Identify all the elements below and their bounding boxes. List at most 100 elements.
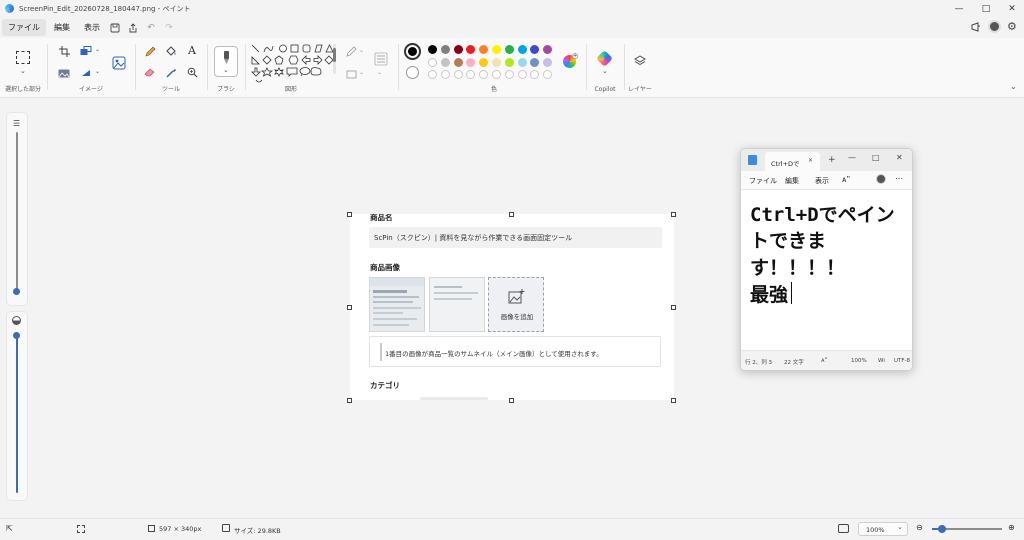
image-generator-icon[interactable]	[111, 55, 127, 71]
color-swatch[interactable]	[530, 58, 540, 67]
notepad-menu-view[interactable]: 表示	[815, 176, 829, 186]
fill-bucket-icon[interactable]	[164, 44, 178, 58]
color-swatch[interactable]	[466, 45, 476, 54]
custom-color-slot[interactable]	[428, 70, 437, 79]
color-swatch[interactable]	[543, 45, 553, 54]
rotate-icon[interactable]	[79, 66, 93, 80]
shapes-gallery-icon[interactable]	[251, 44, 337, 88]
color-swatch[interactable]	[543, 58, 553, 67]
secondary-color-swatch[interactable]	[406, 66, 419, 79]
zoom-dropdown[interactable]: 100% ⌄	[858, 522, 908, 536]
notepad-avatar[interactable]	[876, 174, 886, 184]
notepad-minimize-icon[interactable]: —	[848, 153, 856, 162]
color-swatch[interactable]	[479, 45, 489, 54]
resize-icon[interactable]	[79, 44, 93, 58]
color-swatch[interactable]	[530, 45, 540, 54]
size-slider-knob[interactable]	[13, 288, 20, 295]
new-tab-icon[interactable]: +	[828, 155, 836, 165]
color-swatch[interactable]	[440, 58, 450, 67]
settings-gear-icon[interactable]: ⚙	[1007, 20, 1017, 33]
primary-color-swatch[interactable]	[404, 43, 421, 60]
menu-view[interactable]: 表示	[78, 19, 106, 36]
custom-color-slot[interactable]	[453, 70, 463, 79]
chevron-down-icon[interactable]: ⌄	[377, 69, 382, 76]
resize-handle[interactable]	[671, 305, 676, 310]
color-swatch[interactable]	[504, 58, 514, 67]
notepad-maximize-icon[interactable]: □	[872, 153, 880, 162]
notepad-close-icon[interactable]: ✕	[896, 153, 903, 162]
color-swatch[interactable]	[517, 45, 527, 54]
outline-icon[interactable]	[344, 44, 358, 58]
notepad-editor[interactable]: Ctrl+Dでペイン トできま す！！！！ 最強	[741, 189, 912, 350]
custom-color-slot[interactable]	[504, 70, 514, 79]
close-icon[interactable]: ✕	[999, 0, 1024, 17]
color-swatch[interactable]	[453, 58, 463, 67]
share-icon[interactable]	[124, 19, 142, 36]
resize-handle[interactable]	[509, 212, 514, 217]
color-swatch[interactable]	[492, 58, 501, 67]
chevron-down-icon[interactable]: ⌄	[223, 66, 229, 74]
custom-color-slot[interactable]	[543, 70, 553, 79]
color-swatch[interactable]	[466, 58, 476, 67]
resize-handle[interactable]	[347, 212, 352, 217]
resize-handle[interactable]	[509, 398, 514, 403]
chevron-down-icon[interactable]: ⌄	[20, 67, 26, 75]
color-swatch[interactable]	[517, 58, 527, 67]
eraser-icon[interactable]	[143, 65, 157, 79]
chevron-down-icon[interactable]: ⌄	[359, 47, 364, 54]
edit-colors-icon[interactable]: +	[563, 53, 578, 68]
custom-color-slot[interactable]	[479, 70, 489, 79]
custom-color-slot[interactable]	[492, 70, 501, 79]
resize-handle[interactable]	[671, 212, 676, 217]
chevron-down-icon[interactable]: ⌄	[602, 67, 608, 75]
opacity-slider-track[interactable]	[16, 335, 18, 493]
font-format-icon[interactable]: ᴀ‟	[842, 175, 850, 184]
menu-edit[interactable]: 編集	[48, 19, 76, 36]
spellcheck-icon[interactable]: ᴀ‟	[821, 357, 828, 364]
opacity-slider-knob[interactable]	[13, 332, 20, 339]
magnifier-icon[interactable]	[185, 65, 199, 79]
menu-file[interactable]: ファイル	[2, 19, 46, 36]
chevron-down-icon[interactable]: ⌄	[95, 68, 100, 75]
color-swatch[interactable]	[479, 58, 489, 67]
resize-handle[interactable]	[671, 398, 676, 403]
color-swatch[interactable]	[428, 58, 437, 67]
avatar[interactable]	[988, 20, 1001, 33]
notepad-menu-file[interactable]: ファイル	[749, 176, 777, 186]
minimize-icon[interactable]: —	[946, 0, 972, 17]
notepad-menu-edit[interactable]: 編集	[785, 176, 799, 186]
size-slider-track[interactable]	[16, 132, 18, 292]
ribbon-expand-chevron-icon[interactable]: ⌄	[1010, 82, 1017, 91]
pencil-icon[interactable]	[143, 44, 157, 58]
custom-color-slot[interactable]	[530, 70, 540, 79]
paint-canvas[interactable]: 商品名 ScPin（スクピン）| 資料を見ながら作業できる画面固定ツール 商品画…	[350, 214, 674, 400]
color-swatch[interactable]	[504, 45, 514, 54]
redo-icon[interactable]: ↷	[160, 19, 178, 36]
maximize-icon[interactable]: □	[973, 0, 999, 17]
text-tool-icon[interactable]: A	[185, 43, 199, 57]
color-swatch[interactable]	[428, 45, 437, 54]
shape-fill-icon[interactable]	[344, 66, 358, 80]
custom-color-slot[interactable]	[440, 70, 450, 79]
zoom-slider-knob[interactable]	[938, 525, 946, 533]
zoom-out-icon[interactable]: ⊖	[916, 523, 923, 532]
notepad-tab[interactable]: Ctrl+Dで ✕	[765, 152, 820, 171]
feedback-icon[interactable]	[970, 21, 982, 35]
brush-button[interactable]: ⌄	[214, 46, 238, 77]
color-swatch[interactable]	[492, 45, 501, 54]
crop-icon[interactable]	[57, 44, 71, 58]
undo-icon[interactable]: ↶	[142, 19, 160, 36]
copilot-icon[interactable]	[596, 50, 613, 67]
color-swatch[interactable]	[440, 45, 450, 54]
image-adjust-icon[interactable]	[57, 66, 71, 80]
resize-handle[interactable]	[347, 305, 352, 310]
resize-handle[interactable]	[347, 398, 352, 403]
save-icon[interactable]	[106, 19, 124, 36]
layers-icon[interactable]	[633, 54, 647, 68]
custom-color-slot[interactable]	[517, 70, 527, 79]
custom-color-slot[interactable]	[466, 70, 476, 79]
chevron-down-icon[interactable]: ⌄	[95, 46, 100, 53]
chevron-down-icon[interactable]: ⌄	[359, 69, 364, 76]
color-swatch[interactable]	[453, 45, 463, 54]
select-rectangle-icon[interactable]	[16, 51, 30, 64]
